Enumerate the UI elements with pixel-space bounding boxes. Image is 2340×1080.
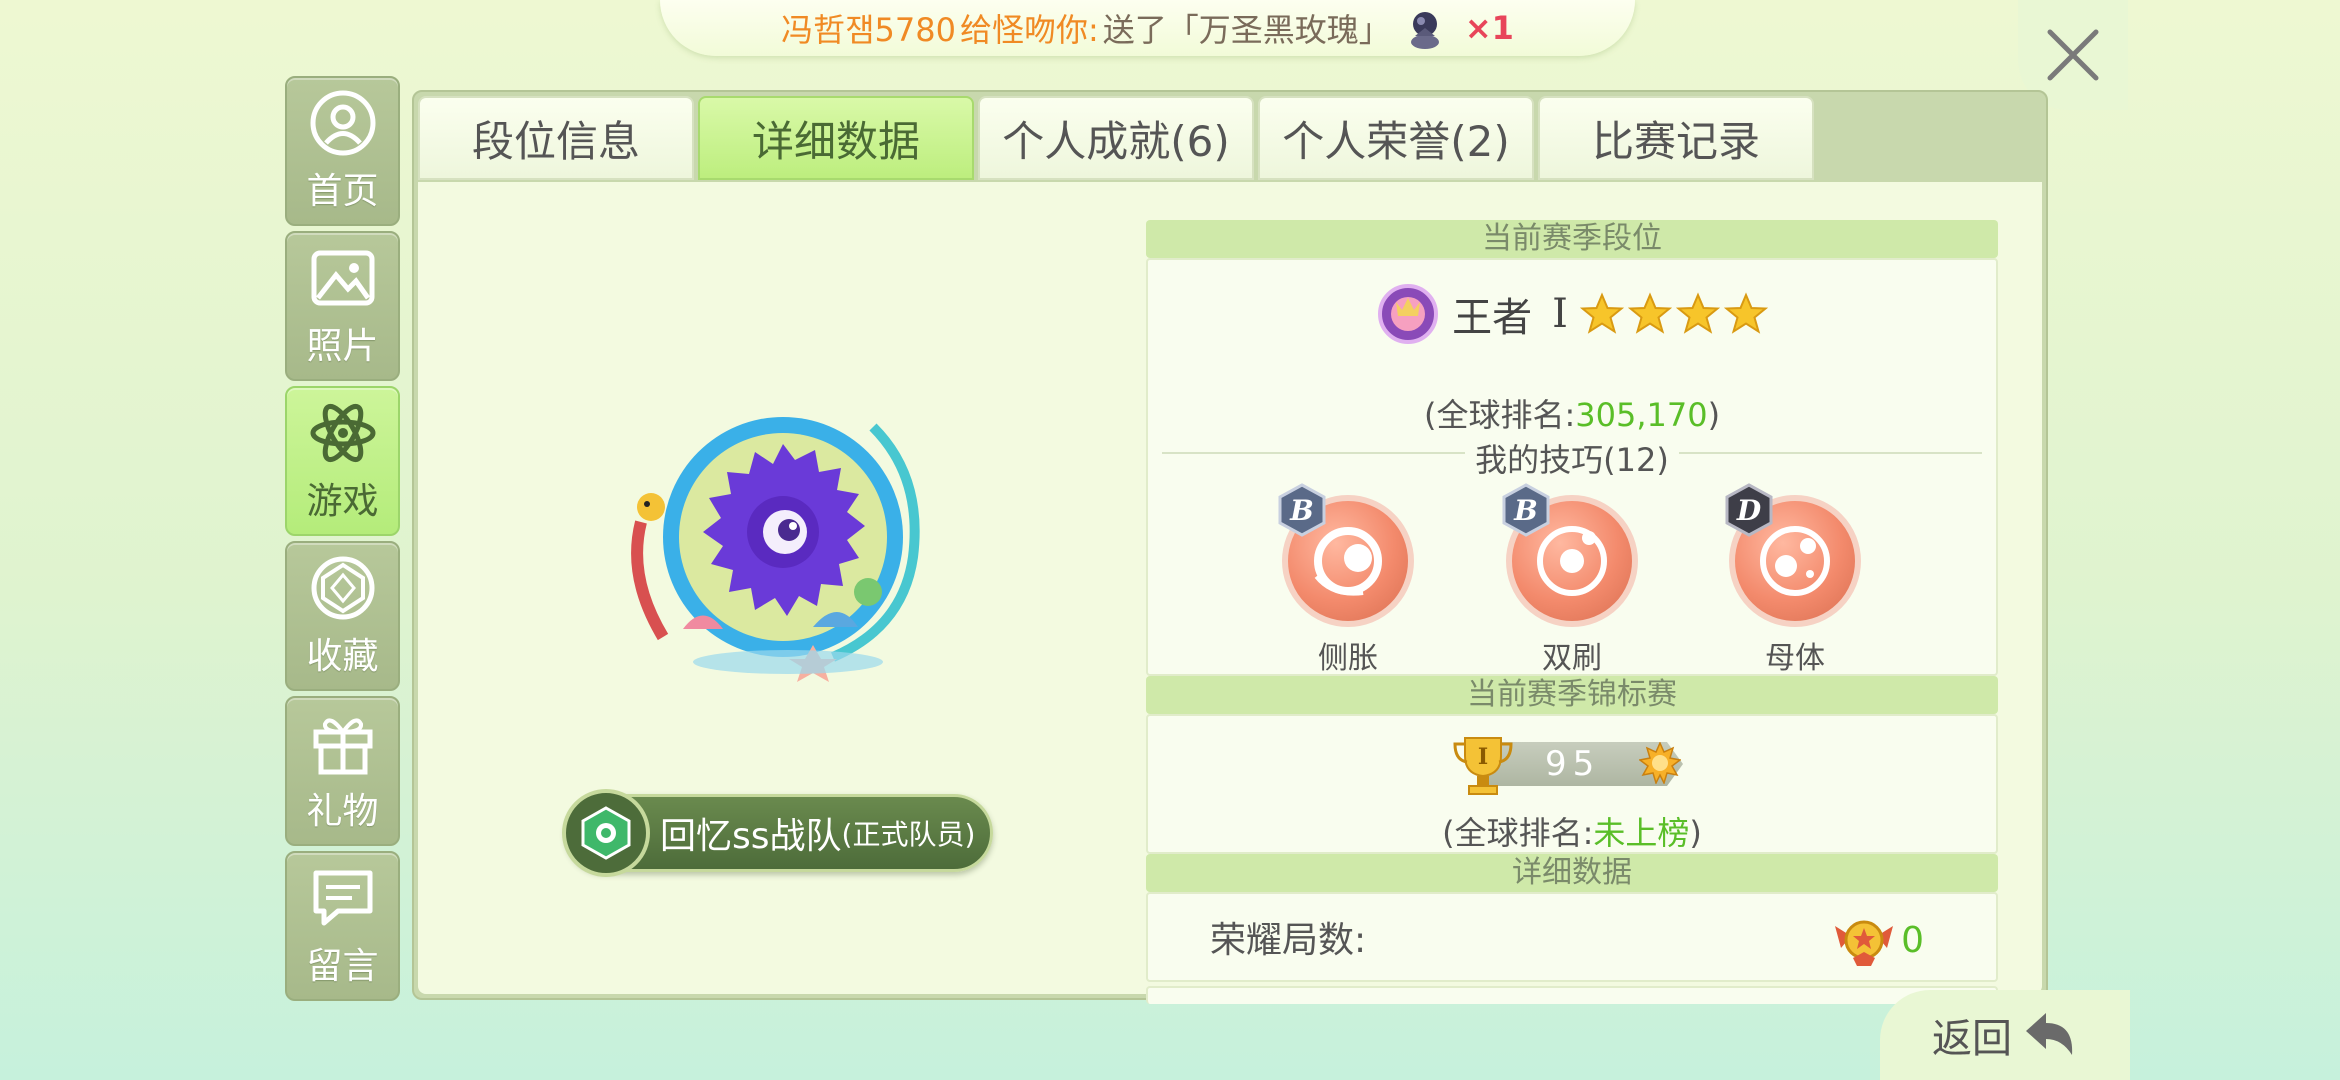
user-icon [310, 90, 375, 156]
player-avatar[interactable] [623, 397, 953, 687]
team-logo-icon [562, 789, 650, 877]
message-icon [313, 870, 372, 926]
star-icon [1627, 292, 1672, 334]
close-icon [2047, 29, 2099, 81]
side-nav: 首页 照片 游戏 收藏 礼物 留言 [285, 76, 400, 1006]
skill-grade-badge: B [1277, 483, 1327, 537]
tab-honors[interactable]: 个人荣誉(2) [1258, 96, 1534, 180]
championship-global-value: 未上榜 [1593, 814, 1690, 852]
banner-gift-count: ×1 [1464, 9, 1514, 47]
nav-label: 收藏 [306, 636, 379, 677]
nav-item-gifts[interactable]: 礼物 [285, 696, 400, 846]
team-name: 回忆ss战队 [660, 816, 842, 857]
stat-row: 荣耀局数: 0 [1146, 892, 1998, 982]
black-rose-gift-icon [1405, 6, 1445, 50]
atom-icon [310, 403, 375, 463]
championship-global-position: (全球排名:未上榜) [1442, 814, 1702, 852]
tab-detailed-data[interactable]: 详细数据 [698, 96, 974, 180]
skill-grade-badge: B [1501, 483, 1551, 537]
stat-value: 0 [1901, 919, 1924, 961]
rank-level: I [1552, 291, 1568, 337]
rank-global-value: 305,170 [1575, 396, 1708, 434]
nav-label: 照片 [306, 326, 379, 367]
star-icon [1723, 292, 1768, 334]
championship-score-bar: I 95 [1453, 734, 1683, 795]
season-rank-box: 王者 I (全球排名:305,170) 我的技巧(12) B 侧胀 B 双刷 D… [1146, 258, 1998, 676]
banner-target: 给怪吻你: [960, 11, 1099, 49]
championship-score: 95 [1545, 744, 1601, 784]
gem-icon [311, 556, 374, 620]
skills-title: 我的技巧(12) [1465, 441, 1679, 479]
tab-content: 回忆ss战队 (正式队员) 当前赛季段位 王者 I (全球排名:305,170)… [418, 182, 2042, 1004]
skill-item[interactable]: B 侧胀 [1273, 483, 1423, 677]
details-header: 详细数据 [1146, 854, 1998, 892]
rank-global-position: (全球排名:305,170) [1423, 396, 1721, 434]
skill-item[interactable]: B 双刷 [1497, 483, 1647, 677]
championship-header: 当前赛季锦标赛 [1146, 676, 1998, 714]
stat-label: 荣耀局数: [1210, 920, 1367, 961]
nav-label: 首页 [306, 171, 379, 212]
tab-rank-info[interactable]: 段位信息 [418, 96, 694, 180]
team-role: (正式队员) [841, 818, 976, 851]
team-badge[interactable]: 回忆ss战队 (正式队员) [562, 789, 993, 877]
gift-icon [313, 718, 372, 775]
tab-match-records[interactable]: 比赛记录 [1538, 96, 1814, 180]
trophy-icon: I [1453, 737, 1513, 795]
glory-medal-icon [1835, 920, 1894, 966]
skill-label: 双刷 [1542, 641, 1602, 676]
banner-gift-text: 送了「万圣黑玫瑰」 [1102, 11, 1391, 49]
back-button[interactable]: 返回 [1880, 990, 2130, 1080]
nav-label: 游戏 [306, 481, 379, 522]
rank-name: 王者 [1452, 295, 1533, 341]
back-label: 返回 [1932, 1016, 2012, 1062]
star-icon [1675, 292, 1720, 334]
championship-box: I 95 (全球排名:未上榜) [1146, 714, 1998, 854]
main-panel: 段位信息 详细数据 个人成就(6) 个人荣誉(2) 比赛记录 回忆ss战队 (正… [412, 90, 2048, 1004]
nav-item-photos[interactable]: 照片 [285, 231, 400, 381]
skill-label: 侧胀 [1318, 641, 1378, 676]
image-icon [311, 250, 374, 306]
skill-grade-badge: D [1724, 483, 1774, 537]
svg-text:I: I [1478, 744, 1488, 770]
return-arrow-icon [2026, 1013, 2073, 1055]
stats-column: 当前赛季段位 王者 I (全球排名:305,170) 我的技巧(12) B 侧胀… [1146, 220, 1998, 1004]
nav-item-favorites[interactable]: 收藏 [285, 541, 400, 691]
skill-label: 母体 [1765, 641, 1825, 676]
season-rank-header: 当前赛季段位 [1146, 220, 1998, 258]
banner-sender: 冯哲잼5780 [781, 11, 956, 49]
tab-achievements[interactable]: 个人成就(6) [978, 96, 1254, 180]
nav-label: 留言 [306, 946, 379, 987]
king-rank-badge-icon [1378, 284, 1439, 344]
star-icon [1579, 292, 1624, 334]
sun-badge-icon [1639, 742, 1681, 784]
nav-item-home[interactable]: 首页 [285, 76, 400, 226]
nav-item-games[interactable]: 游戏 [285, 386, 400, 536]
nav-item-messages[interactable]: 留言 [285, 851, 400, 1001]
gift-notification-banner: 冯哲잼5780 给怪吻你: 送了「万圣黑玫瑰」 ×1 [660, 0, 1635, 56]
nav-label: 礼物 [306, 791, 379, 832]
skill-item[interactable]: D 母体 [1720, 483, 1870, 677]
next-stat-row-peek [1146, 986, 1998, 1004]
tab-bar: 段位信息 详细数据 个人成就(6) 个人荣誉(2) 比赛记录 [414, 92, 1818, 182]
